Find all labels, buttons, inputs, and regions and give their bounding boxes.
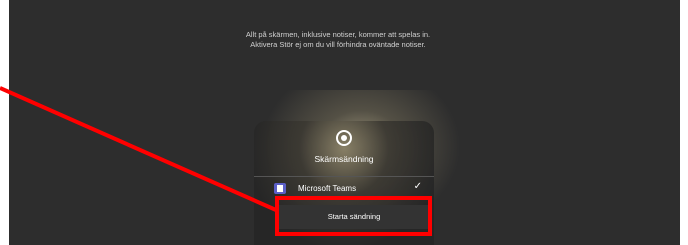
checkmark-icon: ✓ (413, 181, 422, 192)
panel-title: Skärmsändning (314, 154, 374, 164)
teams-icon (274, 183, 286, 194)
recording-notice: Allt på skärmen, inklusive notiser, komm… (245, 30, 431, 49)
divider (254, 176, 434, 177)
annotation-highlight-box (275, 196, 432, 236)
app-label: Microsoft Teams (298, 184, 357, 193)
record-icon (336, 130, 352, 146)
